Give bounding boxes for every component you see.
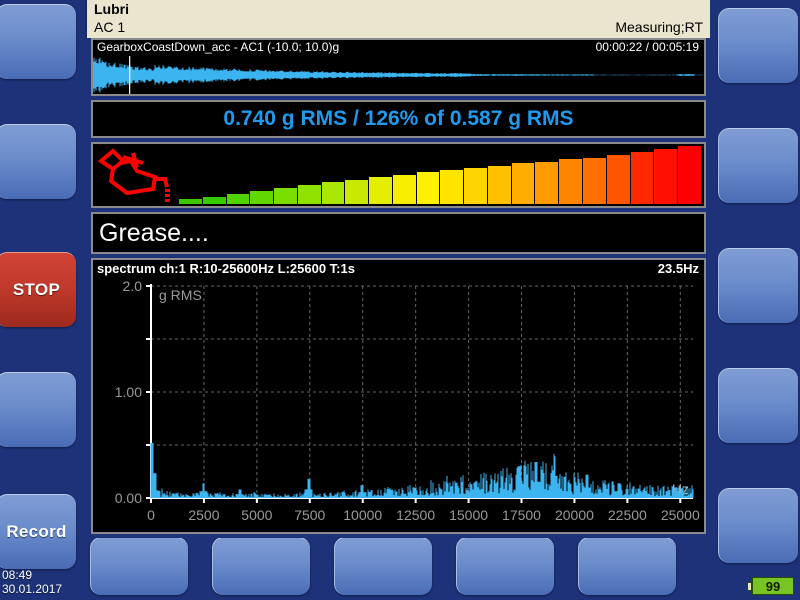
x-tick-label: 5000 [241,507,272,523]
time-waveform-panel[interactable]: GearboxCoastDown_acc - AC1 (-10.0; 10.0)… [91,38,706,96]
lubrication-bar [369,176,392,204]
spectrum-cursor-frequency: 23.5Hz [657,261,699,276]
lubrication-bar [250,191,274,204]
waveform-header: GearboxCoastDown_acc - AC1 (-10.0; 10.0)… [93,40,704,56]
waveform-title: GearboxCoastDown_acc - AC1 (-10.0; 10.0)… [97,40,340,54]
battery-percent-label: 99 [765,578,781,594]
status-clock: 08:49 30.01.2017 [2,568,62,596]
bottom-softkey-5[interactable] [578,537,676,595]
right-softkey-4[interactable] [718,368,798,443]
x-tick-label: 7500 [294,507,325,523]
lubrication-bar [345,179,369,204]
grease-gun-icon [97,148,170,202]
spectrum-trace [150,442,694,498]
lubrication-bar [321,181,345,204]
message-panel: Grease.... [91,212,706,254]
left-softkey-4[interactable] [0,372,76,447]
right-softkey-3-label [719,249,798,323]
lubrication-bar [202,197,226,204]
lubrication-bar [464,168,487,204]
lubrication-bar [226,194,250,204]
lubrication-bar [511,163,535,204]
rms-readout-panel: 0.740 g RMS / 126% of 0.587 g RMS [91,100,706,138]
left-sidebar: STOP Record [0,0,85,600]
lubrication-bar [487,165,511,204]
x-tick-label: 10000 [343,507,382,523]
stop-button-label: STOP [12,280,61,299]
message-text: Grease.... [99,218,209,247]
battery-indicator: 99 [747,577,794,595]
spectrum-title: spectrum ch:1 R:10-25600Hz L:25600 T:1s [97,261,355,276]
left-softkey-2[interactable] [0,124,76,199]
spectrum-plot: 0.00 1.00 2.0 0 2500 5000 7500 10000 12500 15000 1… [115,278,700,523]
app-title: Lubri [94,1,129,17]
x-tick-label: 22500 [608,507,647,523]
right-softkey-1[interactable] [718,8,798,83]
rms-readout-text: 0.740 g RMS / 126% of 0.587 g RMS [223,107,574,130]
status-time: 08:49 [2,568,33,582]
titlebar: Lubri AC 1 Measuring;RT [85,0,710,38]
lubrication-bar [654,149,678,204]
lubrication-bar [559,159,583,204]
right-softkey-4-label [719,369,798,443]
y-axis-unit-label: g RMS [159,287,202,303]
lubrication-bar [392,175,416,204]
lubrication-bar [416,172,440,204]
bottom-softkey-1[interactable] [90,537,188,595]
lubrication-bar [583,157,606,204]
lubrication-bars [179,146,702,204]
waveform-time: 00:00:22 / 00:05:19 [595,40,699,54]
status-date: 30.01.2017 [2,582,63,596]
bottom-softkey-3[interactable] [334,537,432,595]
record-button[interactable]: Record [0,494,76,569]
left-softkey-2-label [0,125,76,199]
spectrum-header: spectrum ch:1 R:10-25600Hz L:25600 T:1s … [93,260,704,278]
right-sidebar [705,0,800,600]
lubrication-bar [535,161,559,204]
waveform-trace [93,56,704,94]
right-softkey-5-label [719,489,798,563]
spectrum-panel[interactable]: spectrum ch:1 R:10-25600Hz L:25600 T:1s … [91,258,706,534]
lubrication-bar-meter-panel [91,142,706,208]
instrument-screen: Lubri AC 1 Measuring;RT GearboxCoastDown… [85,0,710,538]
x-tick-label: 12500 [396,507,435,523]
lubrication-bar [440,170,464,204]
stop-button[interactable]: STOP [0,252,76,327]
right-softkey-5[interactable] [718,488,798,563]
right-softkey-2-label [719,129,798,203]
lubrication-bar [630,151,654,204]
x-tick-label: 2500 [188,507,219,523]
lubrication-bar [274,187,297,204]
lubrication-bar [297,184,321,204]
x-tick-label: 20000 [555,507,594,523]
bottom-softkey-2[interactable] [212,537,310,595]
left-softkey-1-label [0,5,76,79]
left-softkey-1[interactable] [0,4,76,79]
y-tick-label: 1.00 [115,384,142,400]
measurement-status: Measuring;RT [615,19,703,35]
battery-terminal-icon [747,582,752,591]
right-softkey-3[interactable] [718,248,798,323]
y-tick-label: 0.00 [115,490,142,506]
x-tick-label: 17500 [502,507,541,523]
right-softkey-2[interactable] [718,128,798,203]
bottom-softkey-4[interactable] [456,537,554,595]
x-tick-label: 15000 [449,507,488,523]
lubrication-bar [179,199,202,204]
lubrication-bar [606,155,630,204]
lubrication-bar [678,146,701,204]
x-tick-label: 25000 [661,507,700,523]
left-softkey-4-label [0,373,76,447]
right-softkey-1-label [719,9,798,83]
y-tick-label: 2.0 [123,278,143,294]
record-button-label: Record [6,522,67,541]
channel-label: AC 1 [94,19,126,35]
x-tick-label: 0 [147,507,155,523]
